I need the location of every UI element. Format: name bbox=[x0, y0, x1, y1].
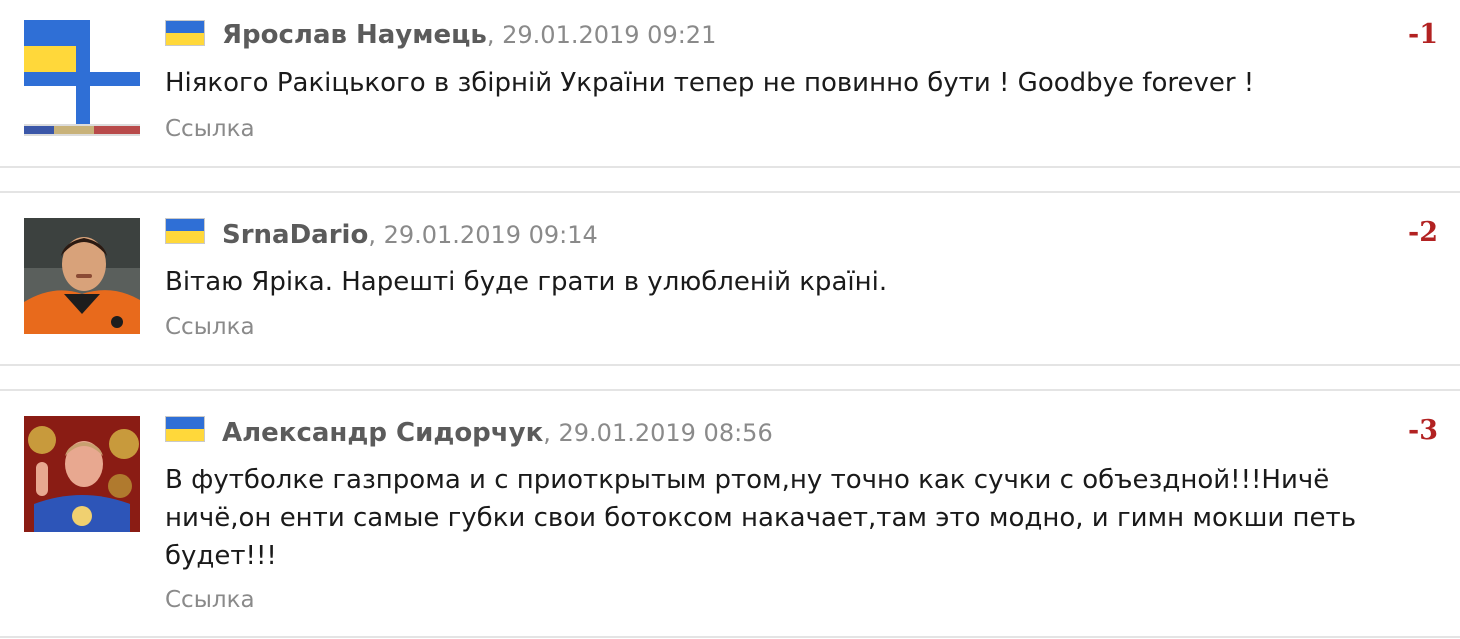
comment-link[interactable]: Ссылка bbox=[165, 114, 255, 144]
ukraine-flag-icon bbox=[165, 416, 205, 442]
avatar[interactable] bbox=[24, 218, 140, 334]
divider bbox=[0, 166, 1460, 168]
comment-meta: Александр Сидорчук, 29.01.2019 08:56 bbox=[222, 416, 773, 450]
ukraine-flag-icon bbox=[165, 218, 205, 244]
divider bbox=[0, 191, 1460, 193]
flag bbox=[165, 20, 205, 46]
user-photo-avatar-icon bbox=[24, 416, 140, 532]
comment-date-value: 29.01.2019 09:14 bbox=[383, 221, 598, 249]
divider bbox=[0, 389, 1460, 391]
author-name[interactable]: Александр Сидорчук bbox=[222, 418, 543, 448]
comment-rating: -3 bbox=[1408, 415, 1438, 446]
player-photo-avatar-icon bbox=[24, 218, 140, 334]
flag bbox=[165, 416, 205, 442]
comment-date-value: 29.01.2019 09:21 bbox=[502, 21, 717, 49]
comment-date: , 29.01.2019 09:14 bbox=[368, 221, 598, 249]
author-name[interactable]: Ярослав Наумець bbox=[222, 20, 487, 50]
author-name[interactable]: SrnaDario bbox=[222, 220, 368, 250]
comment-rating: -2 bbox=[1408, 217, 1438, 248]
comment-rating: -1 bbox=[1408, 19, 1438, 50]
comment-meta: Ярослав Наумець, 29.01.2019 09:21 bbox=[222, 18, 716, 52]
navy-ensign-avatar-icon bbox=[24, 20, 140, 136]
divider bbox=[0, 636, 1460, 638]
comment-text: Вітаю Яріка. Нарешті буде грати в улюбле… bbox=[165, 267, 888, 297]
comment-date: , 29.01.2019 09:21 bbox=[486, 21, 717, 49]
divider bbox=[0, 364, 1460, 366]
comment-text: Ніякого Ракіцького в збірній України теп… bbox=[165, 68, 1255, 98]
comment-date-value: 29.01.2019 08:56 bbox=[558, 419, 773, 447]
comment-date: , 29.01.2019 08:56 bbox=[543, 419, 773, 447]
avatar[interactable] bbox=[24, 416, 140, 532]
comment-link[interactable]: Ссылка bbox=[165, 312, 255, 342]
comment-meta: SrnaDario, 29.01.2019 09:14 bbox=[222, 218, 598, 252]
ukraine-flag-icon bbox=[165, 20, 205, 46]
avatar[interactable] bbox=[24, 20, 140, 136]
comment-text: В футболке газпрома и с приоткрытым ртом… bbox=[165, 465, 1357, 571]
flag bbox=[165, 218, 205, 244]
comment-link[interactable]: Ссылка bbox=[165, 585, 255, 615]
